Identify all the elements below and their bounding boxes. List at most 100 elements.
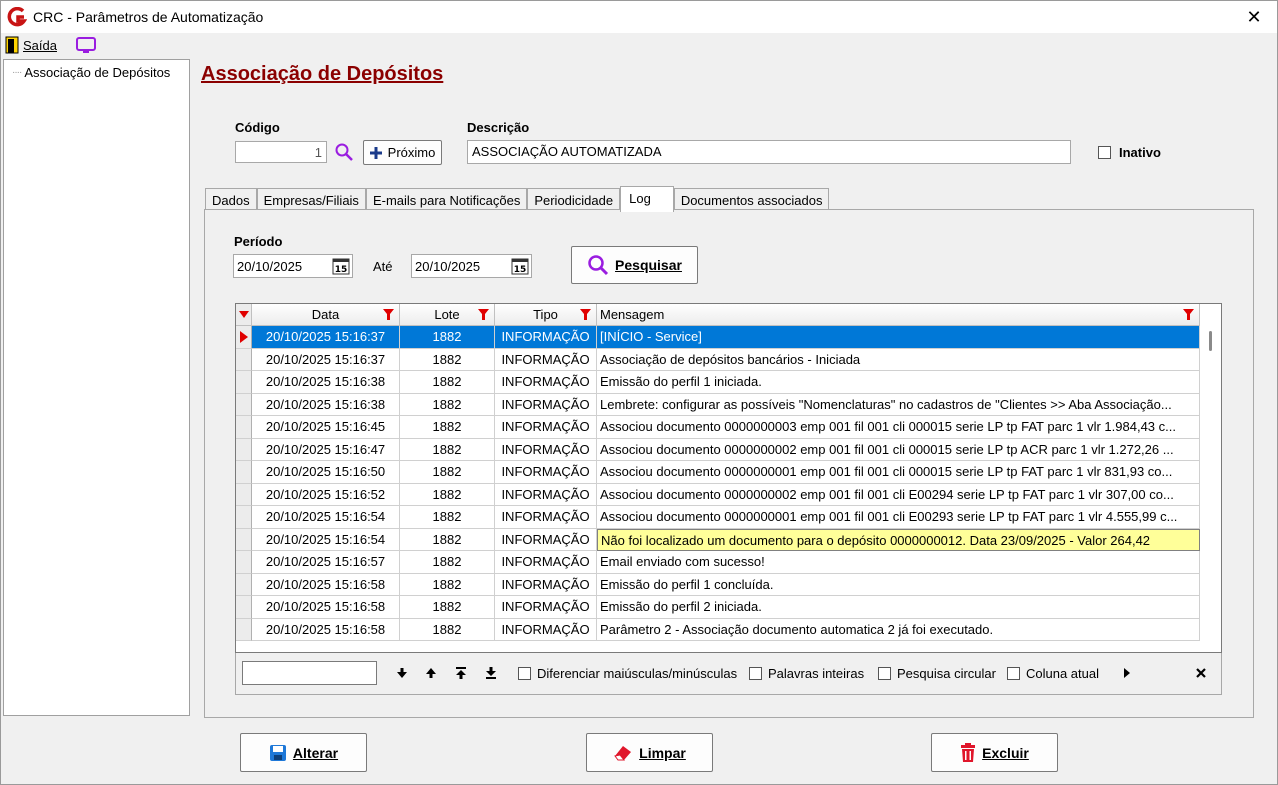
filter-icon[interactable]: [478, 309, 489, 320]
table-row[interactable]: 20/10/2025 15:16:38 1882 INFORMAÇÃO Emissão…: [236, 371, 1200, 394]
option-case-sensitive[interactable]: Diferenciar maiúsculas/minúsculas: [518, 666, 737, 681]
pesquisar-label: Pesquisar: [615, 257, 682, 273]
table-row[interactable]: 20/10/2025 15:16:58 1882 INFORMAÇÃO Emissão…: [236, 596, 1200, 619]
grid-body: 20/10/2025 15:16:37 1882 INFORMAÇÃO [INÍCIO…: [236, 326, 1200, 641]
table-row[interactable]: 20/10/2025 15:16:45 1882 INFORMAÇÃO Associo…: [236, 416, 1200, 439]
calendar-icon[interactable]: 15: [332, 257, 350, 275]
alterar-button[interactable]: Alterar: [240, 733, 367, 772]
cell-lote: 1882: [400, 326, 495, 349]
row-indicator[interactable]: [236, 348, 252, 371]
tree-item-associacao[interactable]: ···· Associação de Depósitos: [12, 65, 170, 80]
table-row[interactable]: 20/10/2025 15:16:47 1882 INFORMAÇÃO Associo…: [236, 438, 1200, 461]
grid-vertical-scrollbar[interactable]: [1200, 326, 1221, 652]
col-header-tipo-label: Tipo: [533, 307, 558, 322]
current-column-checkbox[interactable]: [1007, 667, 1020, 680]
option-current-column[interactable]: Coluna atual: [1007, 666, 1099, 681]
inativo-checkbox[interactable]: [1098, 146, 1111, 159]
title-bar: CRC - Parâmetros de Automatização ✕: [1, 1, 1277, 33]
circular-search-checkbox[interactable]: [878, 667, 891, 680]
row-indicator[interactable]: [236, 461, 252, 484]
table-row[interactable]: 20/10/2025 15:16:52 1882 INFORMAÇÃO Associo…: [236, 483, 1200, 506]
col-header-data-label: Data: [311, 307, 340, 322]
filter-icon[interactable]: [580, 309, 591, 320]
cell-mensagem: Associação de depósitos bancários - Inic…: [597, 348, 1200, 371]
col-header-mensagem[interactable]: Mensagem: [597, 304, 1200, 326]
option-whole-words[interactable]: Palavras inteiras: [749, 666, 864, 681]
table-row[interactable]: 20/10/2025 15:16:37 1882 INFORMAÇÃO Associa…: [236, 348, 1200, 371]
cell-mensagem: Associou documento 0000000002 emp 001 fi…: [597, 438, 1200, 461]
cell-data: 20/10/2025 15:16:38: [252, 371, 400, 394]
arrow-last-icon[interactable]: [483, 665, 499, 681]
screen-icon[interactable]: [75, 36, 97, 54]
cell-mensagem: Associou documento 0000000001 emp 001 fi…: [597, 506, 1200, 529]
exit-menu-item[interactable]: Saída: [5, 36, 57, 54]
cell-data: 20/10/2025 15:16:45: [252, 416, 400, 439]
row-indicator[interactable]: [236, 393, 252, 416]
window-title: CRC - Parâmetros de Automatização: [33, 9, 264, 25]
row-indicator[interactable]: [236, 371, 252, 394]
codigo-input[interactable]: 1: [235, 141, 327, 163]
arrow-up-icon[interactable]: [423, 665, 439, 681]
svg-text:15: 15: [514, 265, 527, 275]
filter-icon[interactable]: [383, 309, 394, 320]
cell-mensagem: Emissão do perfil 2 iniciada.: [597, 596, 1200, 619]
cell-mensagem: Email enviado com sucesso!: [597, 551, 1200, 574]
find-input[interactable]: [242, 661, 377, 685]
cell-lote: 1882: [400, 371, 495, 394]
end-date-field[interactable]: 20/10/2025 15: [411, 254, 532, 278]
tree-item-label: Associação de Depósitos: [24, 65, 171, 80]
row-indicator[interactable]: [236, 483, 252, 506]
table-row[interactable]: 20/10/2025 15:16:54 1882 INFORMAÇÃO Não foi…: [236, 528, 1200, 551]
whole-words-label: Palavras inteiras: [768, 666, 865, 681]
start-date-value: 20/10/2025: [237, 259, 303, 274]
limpar-button[interactable]: Limpar: [586, 733, 713, 772]
col-header-tipo[interactable]: Tipo: [495, 304, 597, 326]
more-options-icon[interactable]: [1119, 665, 1135, 681]
case-sensitive-checkbox[interactable]: [518, 667, 531, 680]
option-circular-search[interactable]: Pesquisa circular: [878, 666, 996, 681]
calendar-icon[interactable]: 15: [511, 257, 529, 275]
row-indicator[interactable]: [236, 596, 252, 619]
tab-log[interactable]: Log: [620, 186, 674, 212]
whole-words-checkbox[interactable]: [749, 667, 762, 680]
descricao-input[interactable]: ASSOCIAÇÃO AUTOMATIZADA: [467, 140, 1071, 164]
codigo-label: Código: [235, 120, 280, 135]
cell-lote: 1882: [400, 573, 495, 596]
row-indicator[interactable]: [236, 573, 252, 596]
start-date-field[interactable]: 20/10/2025 15: [233, 254, 353, 278]
find-bar: Diferenciar maiúsculas/minúsculas Palavr…: [235, 653, 1222, 695]
cell-tipo: INFORMAÇÃO: [495, 506, 597, 529]
codigo-search-icon[interactable]: [334, 142, 354, 162]
table-row[interactable]: 20/10/2025 15:16:58 1882 INFORMAÇÃO Parâmet…: [236, 618, 1200, 641]
arrow-down-icon[interactable]: [394, 665, 410, 681]
table-row[interactable]: 20/10/2025 15:16:58 1882 INFORMAÇÃO Emissão…: [236, 573, 1200, 596]
table-row[interactable]: 20/10/2025 15:16:37 1882 INFORMAÇÃO [INÍCIO…: [236, 326, 1200, 349]
cell-lote: 1882: [400, 438, 495, 461]
table-row[interactable]: 20/10/2025 15:16:54 1882 INFORMAÇÃO Associo…: [236, 506, 1200, 529]
arrow-first-icon[interactable]: [453, 665, 469, 681]
row-indicator[interactable]: [236, 618, 252, 641]
row-indicator[interactable]: [236, 551, 252, 574]
row-indicator[interactable]: [236, 416, 252, 439]
row-indicator[interactable]: [236, 528, 252, 551]
close-button[interactable]: ✕: [1231, 1, 1277, 33]
tab-strip: Dados Empresas/Filiais E-mails para Noti…: [205, 186, 830, 212]
proximo-button[interactable]: Próximo: [363, 140, 442, 165]
close-findbar-icon[interactable]: [1193, 665, 1209, 681]
cell-data: 20/10/2025 15:16:54: [252, 506, 400, 529]
table-row[interactable]: 20/10/2025 15:16:50 1882 INFORMAÇÃO Associo…: [236, 461, 1200, 484]
table-row[interactable]: 20/10/2025 15:16:57 1882 INFORMAÇÃO Email e…: [236, 551, 1200, 574]
excluir-button[interactable]: Excluir: [931, 733, 1058, 772]
scrollbar-thumb[interactable]: [1209, 331, 1212, 351]
pesquisar-button[interactable]: Pesquisar: [571, 246, 698, 284]
table-row[interactable]: 20/10/2025 15:16:38 1882 INFORMAÇÃO Lembret…: [236, 393, 1200, 416]
row-indicator[interactable]: [236, 326, 252, 349]
filter-icon[interactable]: [1183, 309, 1194, 320]
row-indicator[interactable]: [236, 506, 252, 529]
row-indicator[interactable]: [236, 438, 252, 461]
grid-indicator-header[interactable]: [236, 304, 252, 326]
col-header-data[interactable]: Data: [252, 304, 400, 326]
cell-mensagem: [INÍCIO - Service]: [597, 326, 1200, 349]
col-header-lote-label: Lote: [434, 307, 460, 322]
col-header-lote[interactable]: Lote: [400, 304, 495, 326]
